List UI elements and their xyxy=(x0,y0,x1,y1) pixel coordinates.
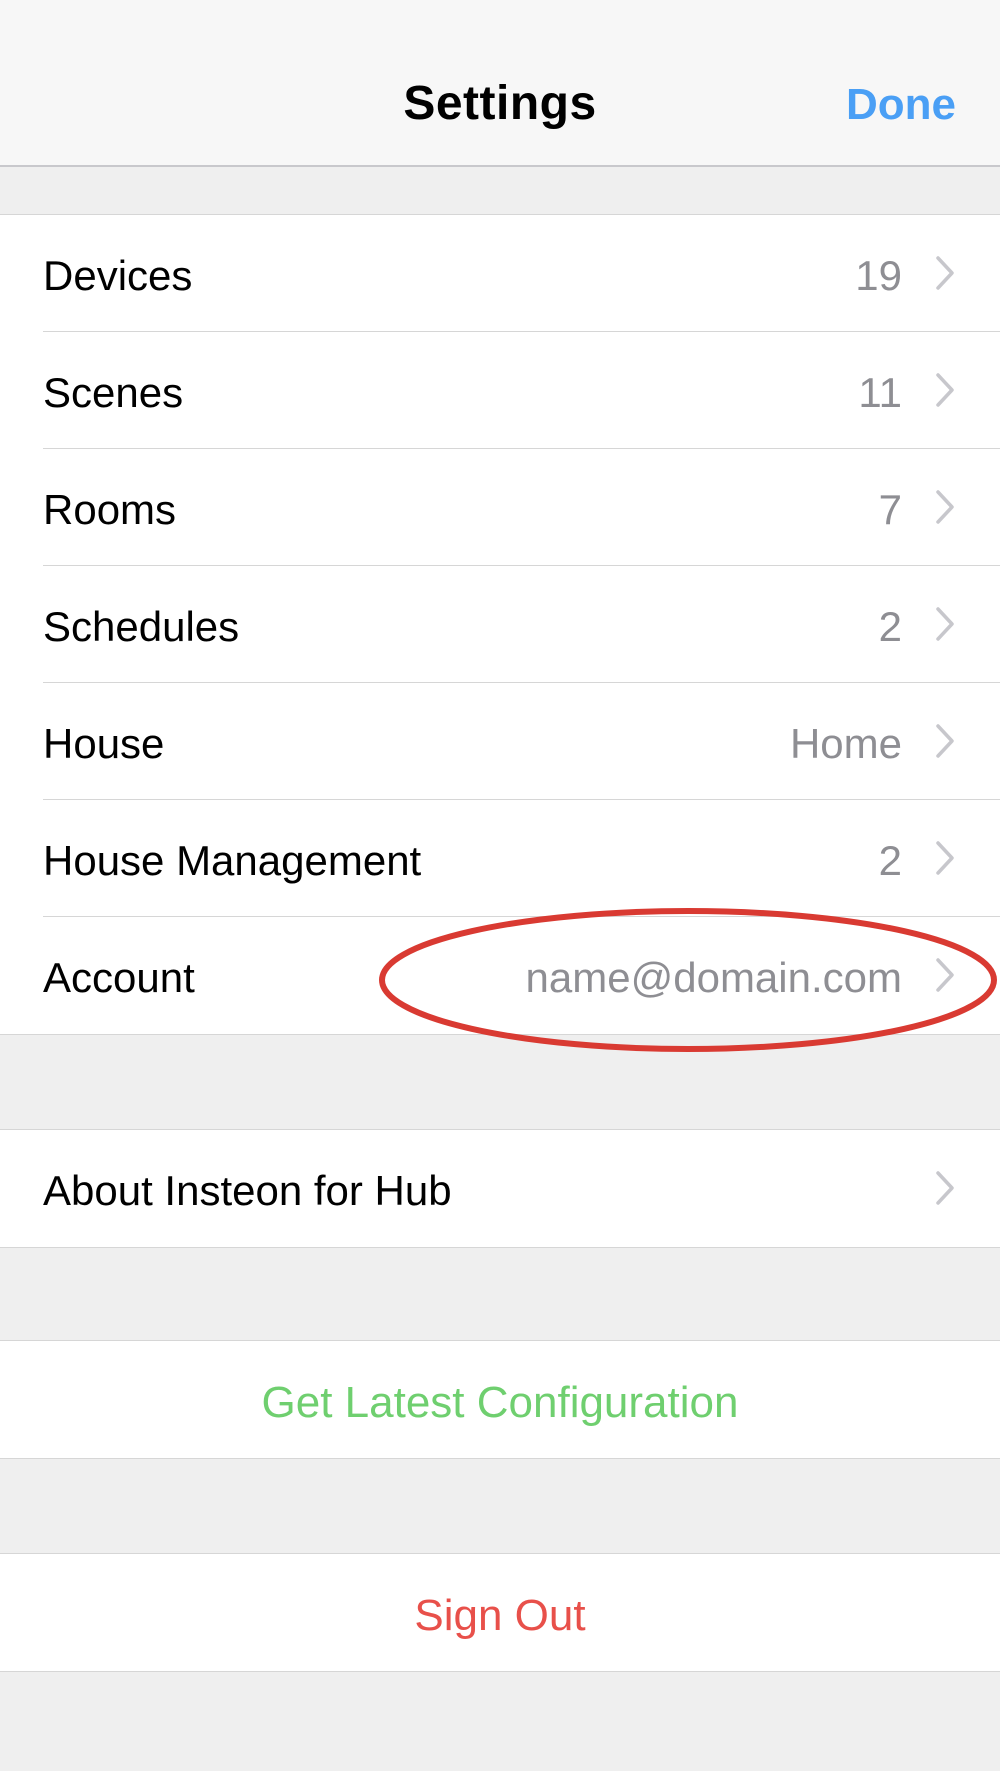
row-value: 2 xyxy=(878,837,902,884)
row-label: Account xyxy=(43,954,195,1001)
row-value: 7 xyxy=(878,486,902,533)
settings-list: Devices 19 Scenes 11 Rooms 7 Schedules 2… xyxy=(0,214,1000,1035)
settings-row-house-management[interactable]: House Management 2 xyxy=(0,800,1000,917)
sign-out-button[interactable]: Sign Out xyxy=(0,1554,1000,1671)
chevron-right-icon xyxy=(936,490,954,524)
signout-section: Sign Out xyxy=(0,1553,1000,1672)
row-label: Scenes xyxy=(43,369,184,416)
sign-out-label: Sign Out xyxy=(414,1591,586,1640)
chevron-right-icon xyxy=(936,607,954,641)
row-value: 19 xyxy=(855,252,902,299)
chevron-right-icon xyxy=(936,958,954,992)
configuration-section: Get Latest Configuration xyxy=(0,1340,1000,1459)
about-section: About Insteon for Hub xyxy=(0,1129,1000,1248)
get-latest-configuration-button[interactable]: Get Latest Configuration xyxy=(0,1341,1000,1458)
settings-row-devices[interactable]: Devices 19 xyxy=(0,215,1000,332)
row-value: Home xyxy=(789,720,902,767)
chevron-right-icon xyxy=(936,256,954,290)
row-label: Devices xyxy=(43,252,193,299)
row-label: House Management xyxy=(43,837,422,884)
chevron-right-icon xyxy=(936,724,954,758)
settings-row-account[interactable]: Account name@domain.com xyxy=(0,917,1000,1034)
row-value: 11 xyxy=(858,369,902,416)
navigation-bar: Settings Done xyxy=(0,0,1000,167)
settings-row-schedules[interactable]: Schedules 2 xyxy=(0,566,1000,683)
settings-row-scenes[interactable]: Scenes 11 xyxy=(0,332,1000,449)
get-latest-configuration-label: Get Latest Configuration xyxy=(261,1378,739,1427)
settings-row-house[interactable]: House Home xyxy=(0,683,1000,800)
row-label: Rooms xyxy=(43,486,177,533)
row-label: House xyxy=(43,720,165,767)
row-label: Schedules xyxy=(43,603,240,650)
chevron-right-icon xyxy=(936,1171,954,1205)
row-label: About Insteon for Hub xyxy=(43,1167,452,1214)
chevron-right-icon xyxy=(936,373,954,407)
settings-row-rooms[interactable]: Rooms 7 xyxy=(0,449,1000,566)
chevron-right-icon xyxy=(936,841,954,875)
row-value: 2 xyxy=(878,603,902,650)
settings-row-about[interactable]: About Insteon for Hub xyxy=(0,1130,1000,1247)
account-email-value: name@domain.com xyxy=(525,954,902,1001)
done-button[interactable]: Done xyxy=(846,80,956,130)
